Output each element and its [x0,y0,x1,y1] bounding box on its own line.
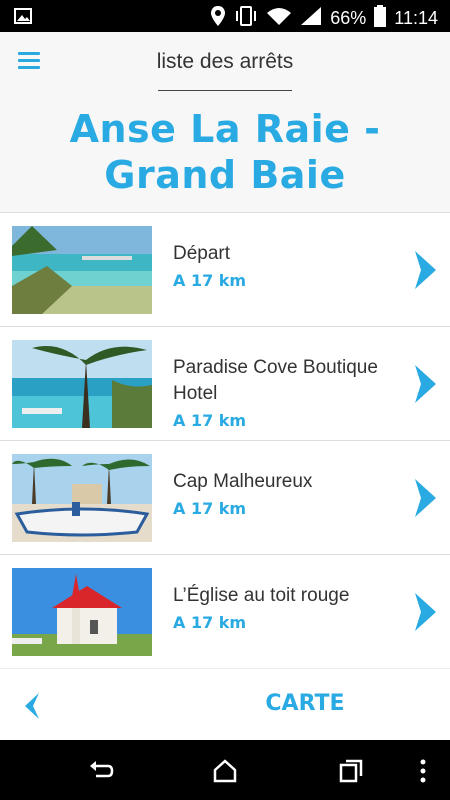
stop-list[interactable]: Départ A 17 km Paradise Cove Boutique Ho… [0,212,450,668]
fishing-boat-beach-photo [12,454,152,542]
map-button[interactable]: CARTE [240,691,370,716]
image-notification-icon [14,8,32,29]
status-bar: 66% 11:14 [0,0,450,32]
stop-distance: A 17 km [173,271,247,290]
battery-percent: 66% [330,8,367,28]
chevron-right-icon[interactable] [412,363,438,405]
vibrate-icon [234,5,258,32]
stop-name: Cap Malheureux [173,471,313,492]
chevron-right-icon[interactable] [412,249,438,291]
recents-nav-icon[interactable] [338,758,364,784]
stop-distance: A 17 km [173,613,247,632]
list-item[interactable]: L’Église au toit rouge A 17 km [0,555,450,668]
system-nav-bar [0,740,450,800]
screen-title: liste des arrêts [156,50,294,73]
chevron-right-icon[interactable] [412,591,438,633]
stop-distance: A 17 km [173,411,247,430]
header: liste des arrêts Anse La Raie - Grand Ba… [0,32,450,212]
stop-name: Départ [173,243,231,264]
home-nav-icon[interactable] [212,758,238,784]
list-item[interactable]: Paradise Cove Boutique Hotel A 17 km [0,327,450,441]
battery-icon [374,5,387,32]
clock: 11:14 [394,8,438,28]
stop-name: Paradise Cove Boutique Hotel [173,357,378,404]
chevron-left-icon[interactable] [22,691,42,721]
location-icon [210,5,226,32]
wifi-icon [266,6,292,31]
list-item[interactable]: Cap Malheureux A 17 km [0,441,450,555]
back-nav-icon[interactable] [88,758,114,784]
stop-distance: A 17 km [173,499,247,518]
red-roof-church-photo [12,568,152,656]
infinity-pool-palm-photo [12,340,152,428]
signal-icon [300,6,322,31]
more-nav-icon[interactable] [418,758,428,784]
route-title: Anse La Raie - Grand Baie [69,107,381,197]
list-item[interactable]: Départ A 17 km [0,213,450,327]
title-divider [158,90,292,91]
chevron-right-icon[interactable] [412,477,438,519]
stop-name: L’Église au toit rouge [173,585,350,606]
beach-lagoon-photo [12,226,152,314]
bottom-bar: CARTE [0,668,450,740]
